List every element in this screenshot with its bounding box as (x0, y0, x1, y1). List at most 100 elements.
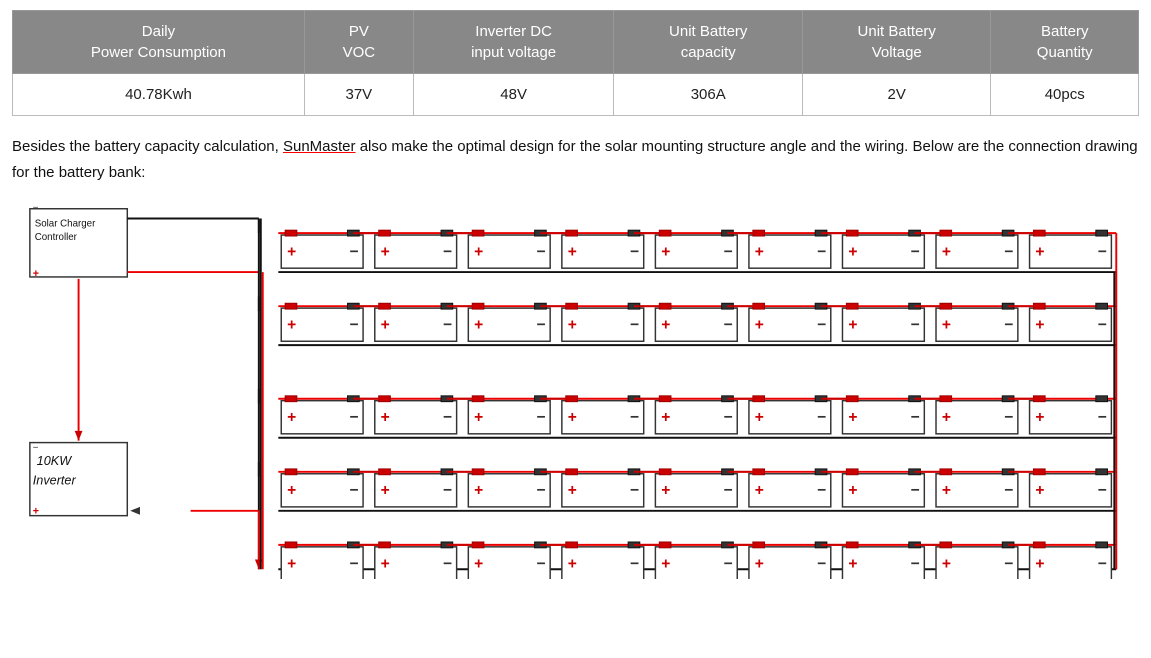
header-daily-power: DailyPower Consumption (13, 11, 305, 74)
svg-text:−: − (349, 317, 358, 334)
svg-text:+: + (1035, 482, 1044, 499)
header-unit-battery-capacity: Unit Batterycapacity (614, 11, 803, 74)
svg-text:−: − (537, 482, 546, 499)
svg-text:+: + (942, 317, 951, 334)
svg-text:−: − (349, 409, 358, 426)
cell-battery-quantity: 40pcs (991, 74, 1139, 116)
specs-table: DailyPower Consumption PVVOC Inverter DC… (12, 10, 1139, 116)
svg-text:+: + (942, 555, 951, 572)
svg-text:+: + (755, 243, 764, 260)
svg-text:−: − (1004, 409, 1013, 426)
svg-text:−: − (817, 555, 826, 572)
svg-text:+: + (661, 317, 670, 334)
svg-text:+: + (661, 409, 670, 426)
svg-text:−: − (817, 409, 826, 426)
svg-text:−: − (724, 243, 733, 260)
svg-text:+: + (755, 317, 764, 334)
svg-text:+: + (755, 482, 764, 499)
svg-text:+: + (474, 243, 483, 260)
svg-text:−: − (1004, 482, 1013, 499)
svg-text:−: − (349, 555, 358, 572)
header-unit-battery-voltage: Unit BatteryVoltage (802, 11, 991, 74)
svg-text:+: + (474, 555, 483, 572)
svg-text:−: − (1098, 482, 1107, 499)
description-text: Besides the battery capacity calculation… (12, 134, 1139, 185)
svg-text:−: − (911, 555, 920, 572)
svg-text:+: + (287, 243, 296, 260)
charger-label1: Solar Charger (35, 218, 96, 229)
cell-daily-power: 40.78Kwh (13, 74, 305, 116)
svg-text:+: + (381, 317, 390, 334)
inverter-label2: Inverter (33, 473, 77, 487)
svg-text:+: + (942, 482, 951, 499)
svg-text:−: − (817, 243, 826, 260)
description-before: Besides the battery capacity calculation… (12, 138, 283, 155)
svg-text:+: + (568, 317, 577, 334)
svg-text:+: + (474, 317, 483, 334)
svg-text:−: − (537, 409, 546, 426)
svg-text:−: − (724, 555, 733, 572)
svg-text:+: + (848, 555, 857, 572)
svg-text:−: − (443, 409, 452, 426)
svg-text:+: + (1035, 243, 1044, 260)
cell-inverter-dc: 48V (413, 74, 614, 116)
svg-text:+: + (474, 409, 483, 426)
svg-text:+: + (661, 555, 670, 572)
svg-text:+: + (1035, 409, 1044, 426)
svg-text:+: + (848, 409, 857, 426)
svg-text:−: − (1004, 317, 1013, 334)
svg-text:+: + (287, 482, 296, 499)
charger-label2: Controller (35, 232, 78, 243)
svg-text:+: + (755, 555, 764, 572)
svg-text:+: + (755, 409, 764, 426)
svg-text:+: + (1035, 317, 1044, 334)
svg-text:−: − (911, 243, 920, 260)
svg-text:+: + (568, 409, 577, 426)
svg-text:+: + (381, 482, 390, 499)
svg-text:+: + (568, 555, 577, 572)
svg-text:+: + (33, 506, 39, 518)
svg-text:+: + (848, 482, 857, 499)
svg-text:−: − (1004, 555, 1013, 572)
svg-text:−: − (630, 482, 639, 499)
header-battery-quantity: BatteryQuantity (991, 11, 1139, 74)
svg-text:−: − (1098, 409, 1107, 426)
brand-name: SunMaster (283, 138, 356, 155)
svg-text:−: − (1004, 243, 1013, 260)
svg-text:−: − (630, 243, 639, 260)
svg-text:−: − (724, 482, 733, 499)
cell-pv-voc: 37V (304, 74, 413, 116)
svg-text:−: − (817, 482, 826, 499)
inverter-label1: 10KW (37, 454, 73, 468)
svg-text:+: + (381, 409, 390, 426)
svg-text:−: − (630, 409, 639, 426)
svg-text:+: + (287, 409, 296, 426)
svg-text:−: − (817, 317, 826, 334)
cell-unit-battery-voltage: 2V (802, 74, 991, 116)
svg-text:+: + (942, 243, 951, 260)
svg-text:−: − (443, 243, 452, 260)
svg-text:−: − (537, 555, 546, 572)
svg-text:+: + (568, 482, 577, 499)
svg-text:−: − (443, 555, 452, 572)
svg-text:−: − (1098, 555, 1107, 572)
svg-text:−: − (33, 442, 39, 453)
svg-text:+: + (661, 243, 670, 260)
svg-text:−: − (911, 482, 920, 499)
svg-text:−: − (33, 203, 39, 214)
svg-text:−: − (537, 317, 546, 334)
svg-text:+: + (568, 243, 577, 260)
svg-text:+: + (381, 555, 390, 572)
svg-text:−: − (537, 243, 546, 260)
cell-unit-battery-capacity: 306A (614, 74, 803, 116)
svg-text:−: − (349, 243, 358, 260)
svg-text:+: + (848, 243, 857, 260)
svg-text:−: − (630, 317, 639, 334)
svg-text:−: − (724, 409, 733, 426)
svg-text:+: + (381, 243, 390, 260)
svg-text:+: + (848, 317, 857, 334)
svg-text:−: − (443, 317, 452, 334)
wiring-diagram: Solar Charger Controller − + 10KW Invert… (12, 199, 1139, 579)
svg-text:−: − (1098, 243, 1107, 260)
svg-text:+: + (474, 482, 483, 499)
